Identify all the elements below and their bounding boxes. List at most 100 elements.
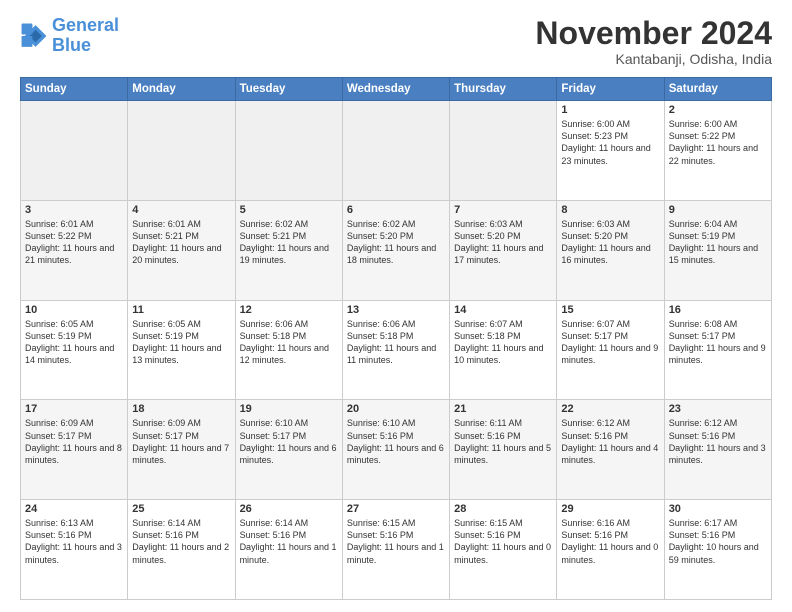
day-number: 9: [669, 204, 767, 216]
month-title: November 2024: [535, 16, 772, 51]
table-row: 24Sunrise: 6:13 AMSunset: 5:16 PMDayligh…: [21, 500, 128, 600]
day-info: Sunrise: 6:09 AMSunset: 5:17 PMDaylight:…: [132, 417, 230, 466]
table-row: 16 Sunrise: 6:08 AMSunset: 5:17 PMDayligh…: [664, 300, 771, 400]
table-row: 9 Sunrise: 6:04 AMSunset: 5:19 PMDaylight…: [664, 200, 771, 300]
day-number: 2: [669, 104, 767, 116]
table-row: 20 Sunrise: 6:10 AMSunset: 5:16 PMDayligh…: [342, 400, 449, 500]
table-row: 4 Sunrise: 6:01 AMSunset: 5:21 PMDaylight…: [128, 200, 235, 300]
table-row: 22 Sunrise: 6:12 AMSunset: 5:16 PMDayligh…: [557, 400, 664, 500]
table-row: 2 Sunrise: 6:00 AMSunset: 5:22 PMDaylight…: [664, 101, 771, 201]
calendar-table: Sunday Monday Tuesday Wednesday Thursday…: [20, 77, 772, 600]
table-row: 3 Sunrise: 6:01 AMSunset: 5:22 PMDaylight…: [21, 200, 128, 300]
table-row: 29 Sunrise: 6:16 AMSunset: 5:16 PMDayligh…: [557, 500, 664, 600]
logo-text: General Blue: [52, 16, 119, 56]
day-number: 1: [561, 104, 659, 116]
table-row: 1 Sunrise: 6:00 AMSunset: 5:23 PMDaylight…: [557, 101, 664, 201]
calendar-week-row: 24Sunrise: 6:13 AMSunset: 5:16 PMDayligh…: [21, 500, 772, 600]
table-row: 21 Sunrise: 6:11 AMSunset: 5:16 PMDayligh…: [450, 400, 557, 500]
day-number: 21: [454, 403, 552, 415]
col-monday: Monday: [128, 78, 235, 101]
day-info: Sunrise: 6:02 AMSunset: 5:20 PMDaylight:…: [347, 218, 445, 267]
day-number: 30: [669, 503, 767, 515]
logo-line2: Blue: [52, 35, 91, 55]
calendar-header-row: Sunday Monday Tuesday Wednesday Thursday…: [21, 78, 772, 101]
calendar-week-row: 1 Sunrise: 6:00 AMSunset: 5:23 PMDaylight…: [21, 101, 772, 201]
table-row: [450, 101, 557, 201]
table-row: 14 Sunrise: 6:07 AMSunset: 5:18 PMDayligh…: [450, 300, 557, 400]
logo-icon: [20, 22, 48, 50]
day-number: 17: [25, 403, 123, 415]
col-tuesday: Tuesday: [235, 78, 342, 101]
table-row: 10 Sunrise: 6:05 AMSunset: 5:19 PMDayligh…: [21, 300, 128, 400]
day-number: 7: [454, 204, 552, 216]
table-row: [342, 101, 449, 201]
day-number: 29: [561, 503, 659, 515]
table-row: 11 Sunrise: 6:05 AMSunset: 5:19 PMDayligh…: [128, 300, 235, 400]
day-number: 16: [669, 304, 767, 316]
day-info: Sunrise: 6:05 AMSunset: 5:19 PMDaylight:…: [132, 318, 230, 367]
day-number: 24: [25, 503, 123, 515]
col-thursday: Thursday: [450, 78, 557, 101]
day-info: Sunrise: 6:14 AMSunset: 5:16 PMDaylight:…: [240, 517, 338, 566]
col-saturday: Saturday: [664, 78, 771, 101]
day-number: 12: [240, 304, 338, 316]
day-info: Sunrise: 6:15 AMSunset: 5:16 PMDaylight:…: [454, 517, 552, 566]
day-number: 26: [240, 503, 338, 515]
table-row: 28 Sunrise: 6:15 AMSunset: 5:16 PMDayligh…: [450, 500, 557, 600]
day-info: Sunrise: 6:01 AMSunset: 5:21 PMDaylight:…: [132, 218, 230, 267]
day-number: 22: [561, 403, 659, 415]
day-number: 13: [347, 304, 445, 316]
table-row: 27Sunrise: 6:15 AMSunset: 5:16 PMDayligh…: [342, 500, 449, 600]
header: General Blue November 2024 Kantabanji, O…: [20, 16, 772, 67]
day-number: 18: [132, 403, 230, 415]
day-info: Sunrise: 6:10 AMSunset: 5:16 PMDaylight:…: [347, 417, 445, 466]
day-info: Sunrise: 6:03 AMSunset: 5:20 PMDaylight:…: [561, 218, 659, 267]
day-number: 23: [669, 403, 767, 415]
table-row: 23 Sunrise: 6:12 AMSunset: 5:16 PMDayligh…: [664, 400, 771, 500]
location-subtitle: Kantabanji, Odisha, India: [535, 51, 772, 67]
table-row: 30 Sunrise: 6:17 AMSunset: 5:16 PMDayligh…: [664, 500, 771, 600]
day-info: Sunrise: 6:08 AMSunset: 5:17 PMDaylight:…: [669, 318, 767, 367]
day-info: Sunrise: 6:10 AMSunset: 5:17 PMDaylight:…: [240, 417, 338, 466]
day-number: 11: [132, 304, 230, 316]
day-number: 28: [454, 503, 552, 515]
day-info: Sunrise: 6:07 AMSunset: 5:18 PMDaylight:…: [454, 318, 552, 367]
day-info: Sunrise: 6:17 AMSunset: 5:16 PMDaylight:…: [669, 517, 767, 566]
col-sunday: Sunday: [21, 78, 128, 101]
day-info: Sunrise: 6:05 AMSunset: 5:19 PMDaylight:…: [25, 318, 123, 367]
page: General Blue November 2024 Kantabanji, O…: [0, 0, 792, 612]
day-number: 4: [132, 204, 230, 216]
day-info: Sunrise: 6:00 AMSunset: 5:22 PMDaylight:…: [669, 118, 767, 167]
calendar-week-row: 3 Sunrise: 6:01 AMSunset: 5:22 PMDaylight…: [21, 200, 772, 300]
table-row: 7Sunrise: 6:03 AMSunset: 5:20 PMDaylight…: [450, 200, 557, 300]
table-row: 6Sunrise: 6:02 AMSunset: 5:20 PMDaylight…: [342, 200, 449, 300]
day-number: 5: [240, 204, 338, 216]
day-info: Sunrise: 6:06 AMSunset: 5:18 PMDaylight:…: [347, 318, 445, 367]
logo: General Blue: [20, 16, 119, 56]
table-row: 8 Sunrise: 6:03 AMSunset: 5:20 PMDaylight…: [557, 200, 664, 300]
day-number: 15: [561, 304, 659, 316]
day-info: Sunrise: 6:00 AMSunset: 5:23 PMDaylight:…: [561, 118, 659, 167]
logo-line1: General: [52, 15, 119, 35]
day-info: Sunrise: 6:01 AMSunset: 5:22 PMDaylight:…: [25, 218, 123, 267]
day-info: Sunrise: 6:16 AMSunset: 5:16 PMDaylight:…: [561, 517, 659, 566]
day-info: Sunrise: 6:14 AMSunset: 5:16 PMDaylight:…: [132, 517, 230, 566]
day-number: 14: [454, 304, 552, 316]
table-row: 13 Sunrise: 6:06 AMSunset: 5:18 PMDayligh…: [342, 300, 449, 400]
day-info: Sunrise: 6:09 AMSunset: 5:17 PMDaylight:…: [25, 417, 123, 466]
day-info: Sunrise: 6:11 AMSunset: 5:16 PMDaylight:…: [454, 417, 552, 466]
table-row: 5Sunrise: 6:02 AMSunset: 5:21 PMDaylight…: [235, 200, 342, 300]
day-number: 20: [347, 403, 445, 415]
day-info: Sunrise: 6:04 AMSunset: 5:19 PMDaylight:…: [669, 218, 767, 267]
day-info: Sunrise: 6:06 AMSunset: 5:18 PMDaylight:…: [240, 318, 338, 367]
day-number: 3: [25, 204, 123, 216]
table-row: 17 Sunrise: 6:09 AMSunset: 5:17 PMDayligh…: [21, 400, 128, 500]
day-number: 10: [25, 304, 123, 316]
calendar-week-row: 10 Sunrise: 6:05 AMSunset: 5:19 PMDayligh…: [21, 300, 772, 400]
table-row: [21, 101, 128, 201]
day-number: 8: [561, 204, 659, 216]
day-info: Sunrise: 6:12 AMSunset: 5:16 PMDaylight:…: [669, 417, 767, 466]
table-row: 26 Sunrise: 6:14 AMSunset: 5:16 PMDayligh…: [235, 500, 342, 600]
table-row: [128, 101, 235, 201]
day-info: Sunrise: 6:12 AMSunset: 5:16 PMDaylight:…: [561, 417, 659, 466]
